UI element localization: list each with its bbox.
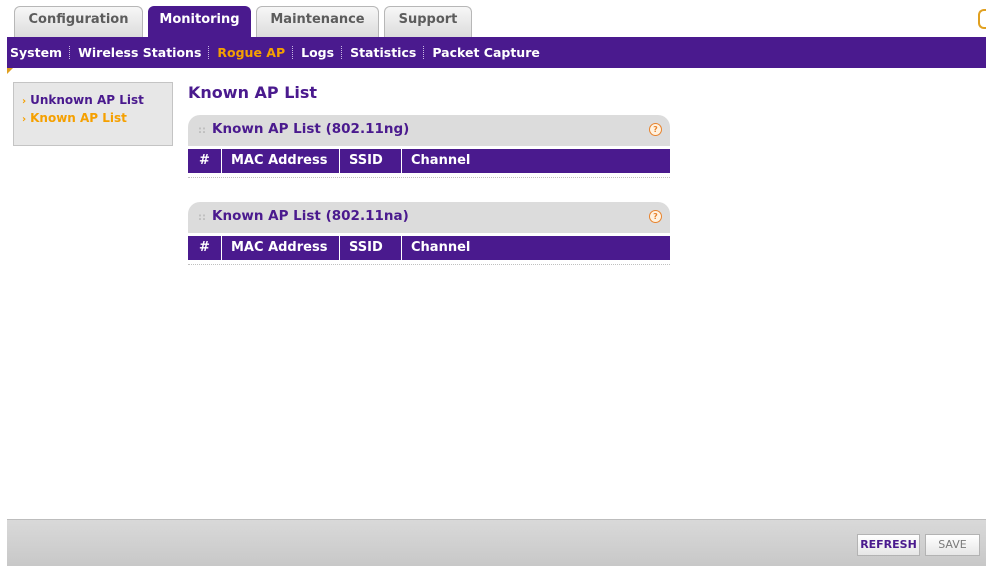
subnav-logs[interactable]: Logs (301, 45, 334, 60)
subnav-divider (292, 46, 294, 59)
subnav-wireless-stations[interactable]: Wireless Stations (78, 45, 201, 60)
tab-configuration[interactable]: Configuration (14, 6, 143, 37)
subnav-notch (7, 68, 13, 74)
leftmenu-item-label: Unknown AP List (30, 93, 144, 107)
subnav-statistics[interactable]: Statistics (350, 45, 416, 60)
column-header-number: # (188, 236, 222, 260)
sub-navigation: System Wireless Stations Rogue AP Logs S… (7, 37, 986, 68)
chevron-right-icon: › (22, 96, 27, 107)
column-header-channel: Channel (411, 153, 471, 168)
subnav-divider (341, 46, 343, 59)
table-footer (188, 173, 670, 178)
bottom-action-bar: REFRESH SAVE (7, 519, 986, 566)
app-frame: Configuration Monitoring Maintenance Sup… (7, 0, 986, 566)
drag-grip-icon: :: (198, 212, 206, 223)
corner-handle-icon (978, 9, 986, 29)
known-ap-list-ng-panel: :: Known AP List (802.11ng) ? # MAC Addre… (188, 115, 670, 178)
page-title: Known AP List (188, 83, 318, 102)
subnav-rogue-ap[interactable]: Rogue AP (217, 45, 285, 60)
left-menu: › Unknown AP List › Known AP List (13, 82, 173, 146)
save-button[interactable]: SAVE (925, 534, 980, 556)
column-header-channel: Channel (411, 240, 471, 255)
column-header-ssid: SSID (340, 236, 402, 260)
panel-title: Known AP List (802.11ng) (212, 121, 410, 137)
subnav-packet-capture[interactable]: Packet Capture (432, 45, 540, 60)
column-header-ssid: SSID (340, 149, 402, 173)
leftmenu-item-label: Known AP List (30, 111, 127, 125)
panel-header: :: Known AP List (802.11ng) ? (188, 115, 670, 146)
column-header-mac-address: MAC Address (222, 236, 340, 260)
subnav-system[interactable]: System (10, 45, 62, 60)
table-footer (188, 260, 670, 265)
help-icon[interactable]: ? (649, 123, 662, 136)
subnav-divider (208, 46, 210, 59)
top-tab-bar: Configuration Monitoring Maintenance Sup… (7, 0, 986, 37)
panel-title: Known AP List (802.11na) (212, 208, 409, 224)
column-header-number: # (188, 149, 222, 173)
chevron-right-icon: › (22, 114, 27, 125)
drag-grip-icon: :: (198, 125, 206, 136)
leftmenu-item-known-ap-list[interactable]: › Known AP List (14, 109, 172, 127)
refresh-button[interactable]: REFRESH (857, 534, 920, 556)
table-header-row: # MAC Address SSID Channel (188, 149, 670, 173)
help-icon[interactable]: ? (649, 210, 662, 223)
tab-monitoring[interactable]: Monitoring (148, 6, 251, 37)
known-ap-list-na-panel: :: Known AP List (802.11na) ? # MAC Addre… (188, 202, 670, 265)
subnav-divider (423, 46, 425, 59)
leftmenu-item-unknown-ap-list[interactable]: › Unknown AP List (14, 91, 172, 109)
tab-support[interactable]: Support (384, 6, 472, 37)
table-header-row: # MAC Address SSID Channel (188, 236, 670, 260)
panel-header: :: Known AP List (802.11na) ? (188, 202, 670, 233)
column-header-mac-address: MAC Address (222, 149, 340, 173)
tab-maintenance[interactable]: Maintenance (256, 6, 379, 37)
subnav-divider (69, 46, 71, 59)
